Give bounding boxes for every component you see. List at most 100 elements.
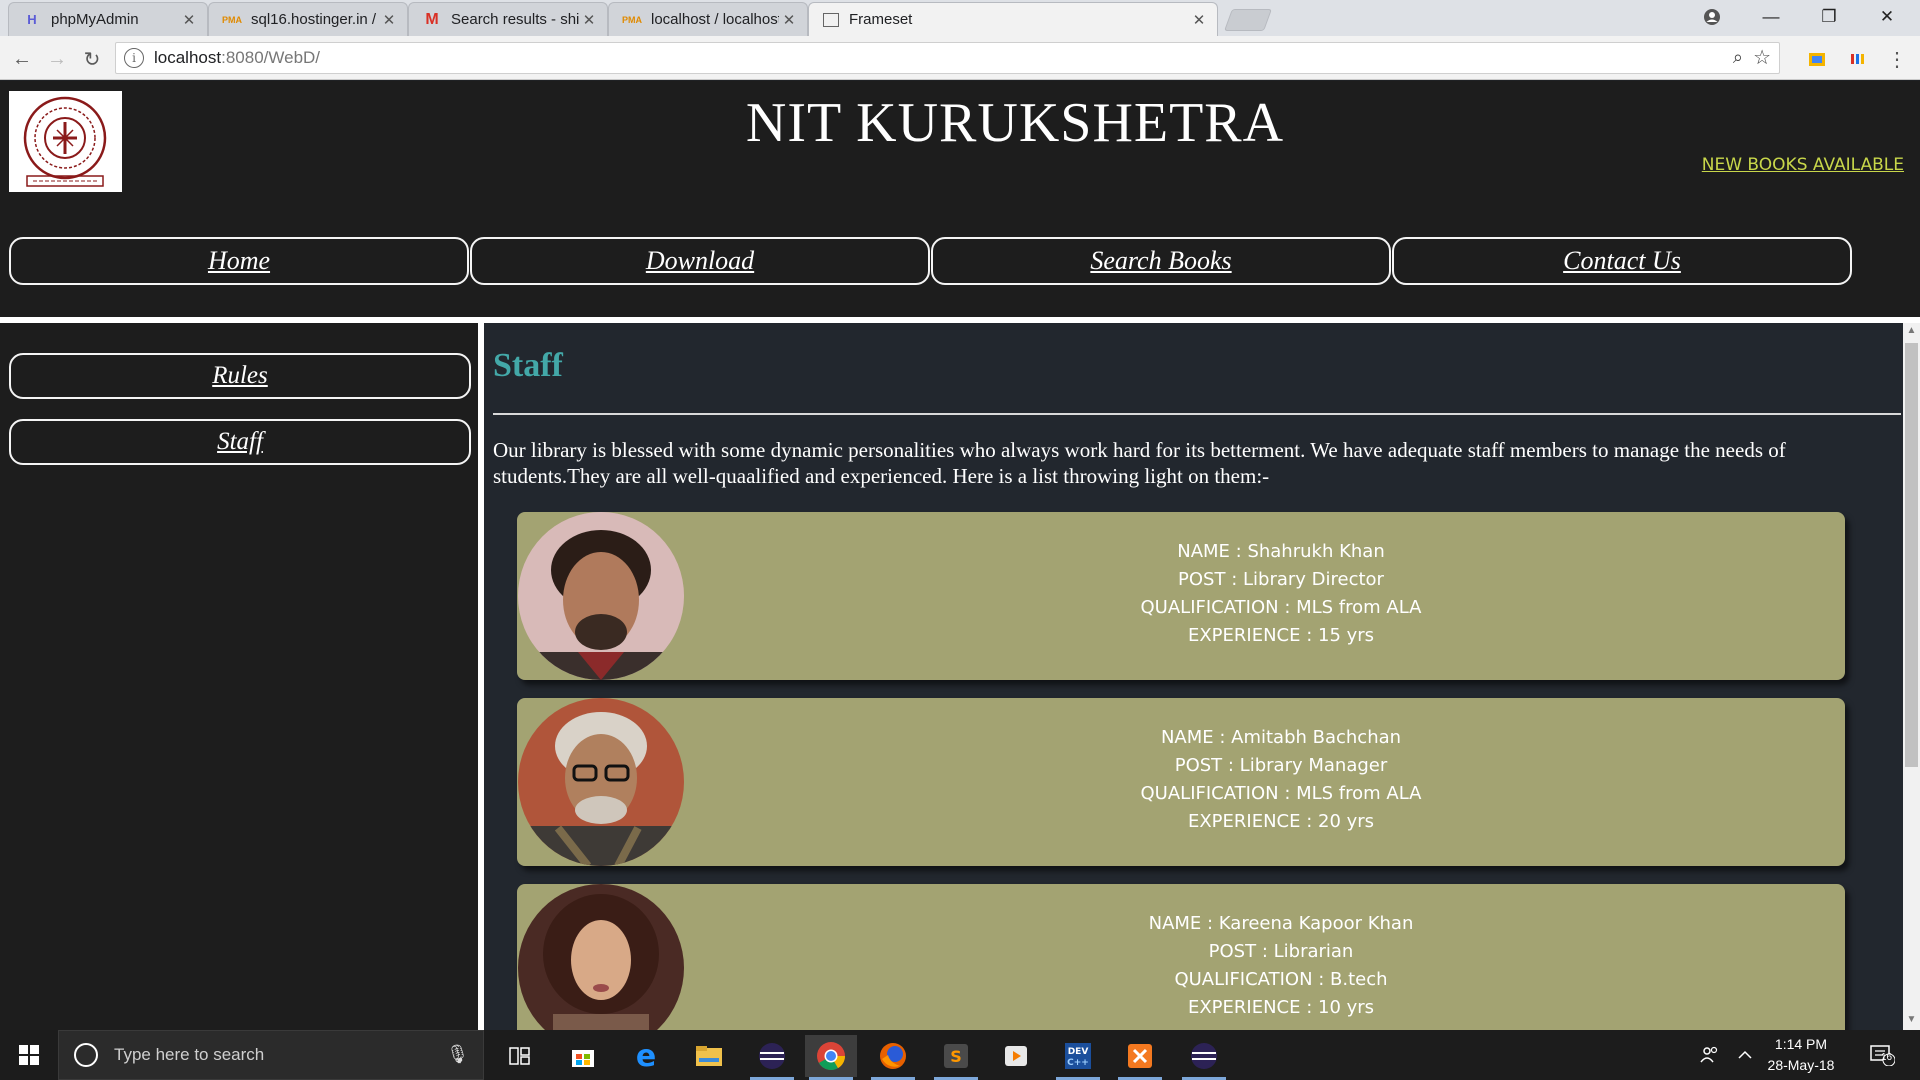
firefox-icon[interactable] bbox=[867, 1035, 919, 1080]
svg-text:S: S bbox=[950, 1047, 962, 1066]
cortana-icon bbox=[74, 1043, 98, 1067]
sublime-text-icon[interactable]: S bbox=[930, 1035, 982, 1080]
eclipse-icon[interactable] bbox=[746, 1035, 798, 1080]
close-window-button[interactable]: ✕ bbox=[1858, 0, 1916, 34]
staff-qualification: QUALIFICATION : B.tech bbox=[1174, 969, 1388, 990]
store-icon[interactable] bbox=[557, 1035, 609, 1077]
browser-toolbar: ← → ↻ i localhost:8080/WebD/ ⌕ ☆ ⋮ bbox=[0, 36, 1920, 80]
profile-icon[interactable] bbox=[1682, 0, 1742, 34]
media-player-icon[interactable] bbox=[990, 1035, 1042, 1077]
tab-phpmyadmin[interactable]: H phpMyAdmin ✕ bbox=[8, 2, 208, 36]
staff-post: POST : Library Manager bbox=[1174, 755, 1388, 776]
tab-frameset[interactable]: Frameset ✕ bbox=[808, 2, 1218, 36]
back-icon[interactable]: ← bbox=[9, 46, 35, 72]
page-icon bbox=[823, 12, 839, 27]
page-title: Staff bbox=[493, 347, 563, 384]
microphone-icon[interactable]: 🎙 bbox=[446, 1044, 469, 1065]
address-url[interactable]: localhost:8080/WebD/ bbox=[154, 48, 320, 68]
tab-label: sql16.hostinger.in / locall bbox=[251, 11, 379, 28]
staff-post: POST : Librarian bbox=[1208, 941, 1354, 962]
nav-contact-us-button[interactable]: Contact Us bbox=[1392, 237, 1852, 285]
staff-info: NAME : Shahrukh Khan POST : Library Dire… bbox=[717, 538, 1845, 650]
staff-experience: EXPERIENCE : 20 yrs bbox=[1187, 811, 1375, 832]
new-tab-button[interactable] bbox=[1223, 9, 1273, 31]
bookmark-star-icon[interactable]: ☆ bbox=[1753, 45, 1771, 70]
staff-name: NAME : Kareena Kapoor Khan bbox=[1148, 913, 1414, 934]
site-title: NIT KURUKSHETRA bbox=[745, 92, 1285, 154]
task-view-icon[interactable] bbox=[494, 1035, 546, 1077]
url-host: localhost bbox=[154, 48, 222, 67]
people-icon[interactable] bbox=[1690, 1030, 1730, 1080]
clock-date: 28-May-18 bbox=[1767, 1057, 1835, 1073]
tab-label: Frameset bbox=[849, 11, 913, 28]
staff-experience: EXPERIENCE : 10 yrs bbox=[1187, 997, 1375, 1018]
nav-search-books-button[interactable]: Search Books bbox=[931, 237, 1391, 285]
close-tab-icon[interactable]: ✕ bbox=[1189, 11, 1209, 29]
zoom-icon[interactable]: ⌕ bbox=[1733, 47, 1743, 68]
divider bbox=[493, 413, 1901, 415]
extension-icon[interactable] bbox=[1846, 48, 1868, 70]
windows-taskbar: Type here to search 🎙 e S DEV C++ 1:14 P… bbox=[0, 1030, 1920, 1080]
staff-qualification: QUALIFICATION : MLS from ALA bbox=[1140, 783, 1422, 804]
minimize-button[interactable]: — bbox=[1742, 0, 1800, 34]
tab-label: localhost / localhost:3307 bbox=[651, 11, 779, 28]
main-frame: Staff Our library is blessed with some d… bbox=[484, 323, 1903, 1030]
tab-label: phpMyAdmin bbox=[51, 11, 139, 28]
intro-text: Our library is blessed with some dynamic… bbox=[493, 438, 1786, 488]
chevron-up-icon[interactable] bbox=[1733, 1030, 1757, 1080]
taskbar-search-box[interactable]: Type here to search 🎙 bbox=[58, 1030, 484, 1080]
staff-info: NAME : Kareena Kapoor Khan POST : Librar… bbox=[717, 910, 1845, 1022]
staff-qualification: QUALIFICATION : MLS from ALA bbox=[1140, 597, 1422, 618]
scroll-up-icon[interactable]: ▲ bbox=[1903, 325, 1920, 341]
url-path: :8080/WebD/ bbox=[221, 48, 321, 67]
xampp-icon[interactable] bbox=[1114, 1035, 1166, 1080]
extension-icon[interactable] bbox=[1806, 48, 1828, 70]
nav-download-button[interactable]: Download bbox=[470, 237, 930, 285]
clock-time: 1:14 PM bbox=[1774, 1036, 1828, 1052]
svg-text:DEV: DEV bbox=[1068, 1047, 1089, 1057]
tab-gmail-search[interactable]: M Search results - shivi98g ✕ bbox=[408, 2, 608, 36]
nav-home-button[interactable]: Home bbox=[9, 237, 469, 285]
close-tab-icon[interactable]: ✕ bbox=[379, 11, 399, 29]
staff-experience: EXPERIENCE : 15 yrs bbox=[1187, 625, 1375, 646]
sidebar-item-rules[interactable]: Rules bbox=[9, 353, 471, 399]
scrollbar-thumb[interactable] bbox=[1905, 343, 1918, 767]
eclipse-icon[interactable] bbox=[1178, 1035, 1230, 1080]
staff-card: NAME : Kareena Kapoor Khan POST : Librar… bbox=[517, 884, 1845, 1030]
staff-name: NAME : Shahrukh Khan bbox=[1177, 541, 1385, 562]
scroll-down-icon[interactable]: ▼ bbox=[1903, 1014, 1920, 1030]
restore-button[interactable]: ❐ bbox=[1800, 0, 1858, 34]
windows-start-icon[interactable] bbox=[0, 1030, 58, 1080]
new-books-link[interactable]: NEW BOOKS AVAILABLE bbox=[1702, 155, 1904, 175]
tab-sql16-hostinger[interactable]: PMA sql16.hostinger.in / locall ✕ bbox=[208, 2, 408, 36]
devcpp-icon[interactable]: DEV C++ bbox=[1052, 1035, 1104, 1080]
edge-icon[interactable]: e bbox=[620, 1035, 672, 1077]
close-tab-icon[interactable]: ✕ bbox=[179, 11, 199, 29]
address-bar[interactable]: i localhost:8080/WebD/ ⌕ ☆ bbox=[115, 42, 1780, 74]
system-clock[interactable]: 1:14 PM 28-May-18 bbox=[1756, 1034, 1846, 1076]
pma-icon: PMA bbox=[222, 14, 242, 25]
vertical-scrollbar[interactable]: ▲ ▼ bbox=[1903, 323, 1920, 1030]
page-frameset: NIT KURUKSHETRA NEW BOOKS AVAILABLE Home… bbox=[0, 81, 1920, 1030]
sidebar-item-staff[interactable]: Staff bbox=[9, 419, 471, 465]
gmail-icon: M bbox=[425, 10, 439, 28]
close-tab-icon[interactable]: ✕ bbox=[579, 11, 599, 29]
staff-photo bbox=[518, 512, 684, 680]
phpmyadmin-icon: H bbox=[27, 12, 37, 27]
tab-localhost-pma[interactable]: PMA localhost / localhost:3307 ✕ bbox=[608, 2, 808, 36]
pma-icon: PMA bbox=[622, 14, 642, 25]
site-info-icon[interactable]: i bbox=[124, 48, 144, 68]
tab-label: Search results - shivi98g bbox=[451, 11, 579, 28]
svg-text:C++: C++ bbox=[1067, 1058, 1089, 1068]
action-center-icon[interactable]: 16 bbox=[1862, 1030, 1902, 1080]
forward-icon[interactable]: → bbox=[44, 46, 70, 72]
reload-icon[interactable]: ↻ bbox=[79, 46, 105, 72]
side-frame: Rules Staff bbox=[0, 323, 478, 1030]
file-explorer-icon[interactable] bbox=[683, 1035, 735, 1077]
menu-icon[interactable]: ⋮ bbox=[1886, 48, 1908, 71]
close-tab-icon[interactable]: ✕ bbox=[779, 11, 799, 29]
staff-photo bbox=[518, 884, 684, 1030]
notification-count: 16 bbox=[1881, 1052, 1893, 1063]
staff-card: NAME : Amitabh Bachchan POST : Library M… bbox=[517, 698, 1845, 866]
chrome-icon[interactable] bbox=[805, 1035, 857, 1080]
